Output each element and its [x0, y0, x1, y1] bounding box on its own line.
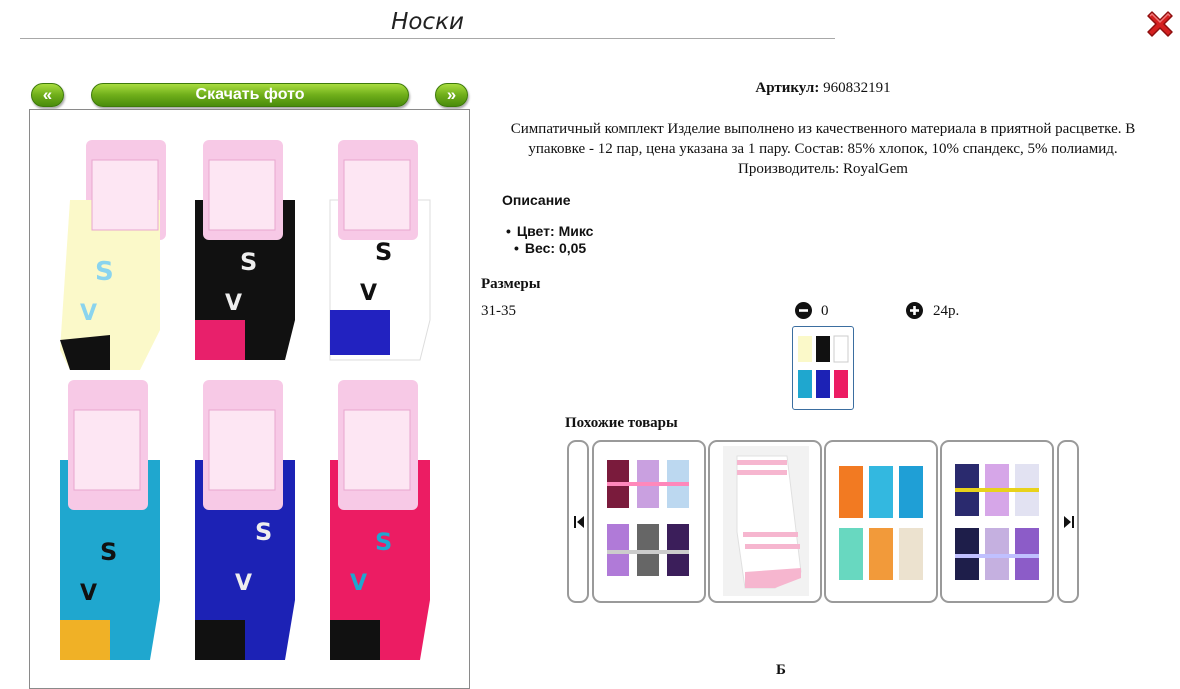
similar-product-image — [607, 460, 689, 576]
page-title: Носки — [20, 6, 835, 39]
svg-text:V: V — [350, 571, 367, 596]
close-button[interactable] — [1143, 7, 1177, 41]
socks-photo-illustration: S V S V S V S V S V S V — [60, 140, 431, 660]
next-photo-button[interactable]: » — [435, 83, 468, 107]
similar-products-heading: Похожие товары — [565, 415, 678, 431]
svg-text:S: S — [375, 528, 392, 556]
minus-circle-icon — [795, 302, 812, 319]
last-page-icon — [1064, 516, 1074, 528]
attribute-color: Цвет: Микс — [506, 223, 594, 240]
article-label: Артикул: — [755, 80, 820, 96]
svg-text:V: V — [360, 281, 377, 306]
carousel-next-button[interactable] — [1057, 440, 1079, 603]
svg-text:S: S — [255, 518, 272, 546]
similar-product-image — [955, 464, 1039, 580]
first-page-icon — [574, 516, 584, 528]
product-photo[interactable]: S V S V S V S V S V S V — [29, 109, 470, 689]
svg-text:S: S — [95, 257, 114, 287]
article-number: Артикул: 960832191 — [480, 80, 1166, 97]
svg-text:V: V — [80, 301, 97, 326]
description-heading: Описание — [502, 192, 571, 208]
similar-product-item[interactable] — [940, 440, 1054, 603]
attribute-list: Цвет: Микс Вес: 0,05 — [506, 223, 594, 257]
quantity-value: 0 — [821, 303, 829, 319]
plus-circle-icon — [906, 302, 923, 319]
size-value: 31-35 — [481, 303, 516, 319]
sizes-heading: Размеры — [481, 276, 541, 292]
svg-text:V: V — [235, 571, 252, 596]
carousel-prev-button[interactable] — [567, 440, 589, 603]
download-photo-button[interactable]: Скачать фото — [91, 83, 409, 107]
article-value: 960832191 — [823, 80, 891, 96]
decrease-quantity-button[interactable] — [795, 302, 812, 319]
similar-product-item[interactable] — [708, 440, 822, 603]
similar-product-item[interactable] — [592, 440, 706, 603]
product-thumbnail[interactable] — [792, 326, 854, 410]
similar-product-image — [723, 446, 809, 596]
svg-text:S: S — [240, 248, 257, 276]
product-description: Симпатичный комплект Изделие выполнено и… — [510, 121, 1136, 177]
prev-photo-button[interactable]: « — [31, 83, 64, 107]
similar-product-image — [839, 466, 923, 580]
increase-quantity-button[interactable] — [906, 302, 923, 319]
similar-product-item[interactable] — [824, 440, 938, 603]
thumbnail-image — [798, 335, 849, 398]
close-x-icon — [1147, 11, 1173, 37]
svg-text:S: S — [100, 538, 117, 566]
svg-text:V: V — [80, 581, 97, 606]
price-value: 24р. — [933, 303, 960, 319]
svg-text:V: V — [225, 291, 242, 316]
attribute-weight: Вес: 0,05 — [506, 240, 593, 257]
svg-text:S: S — [375, 238, 392, 266]
